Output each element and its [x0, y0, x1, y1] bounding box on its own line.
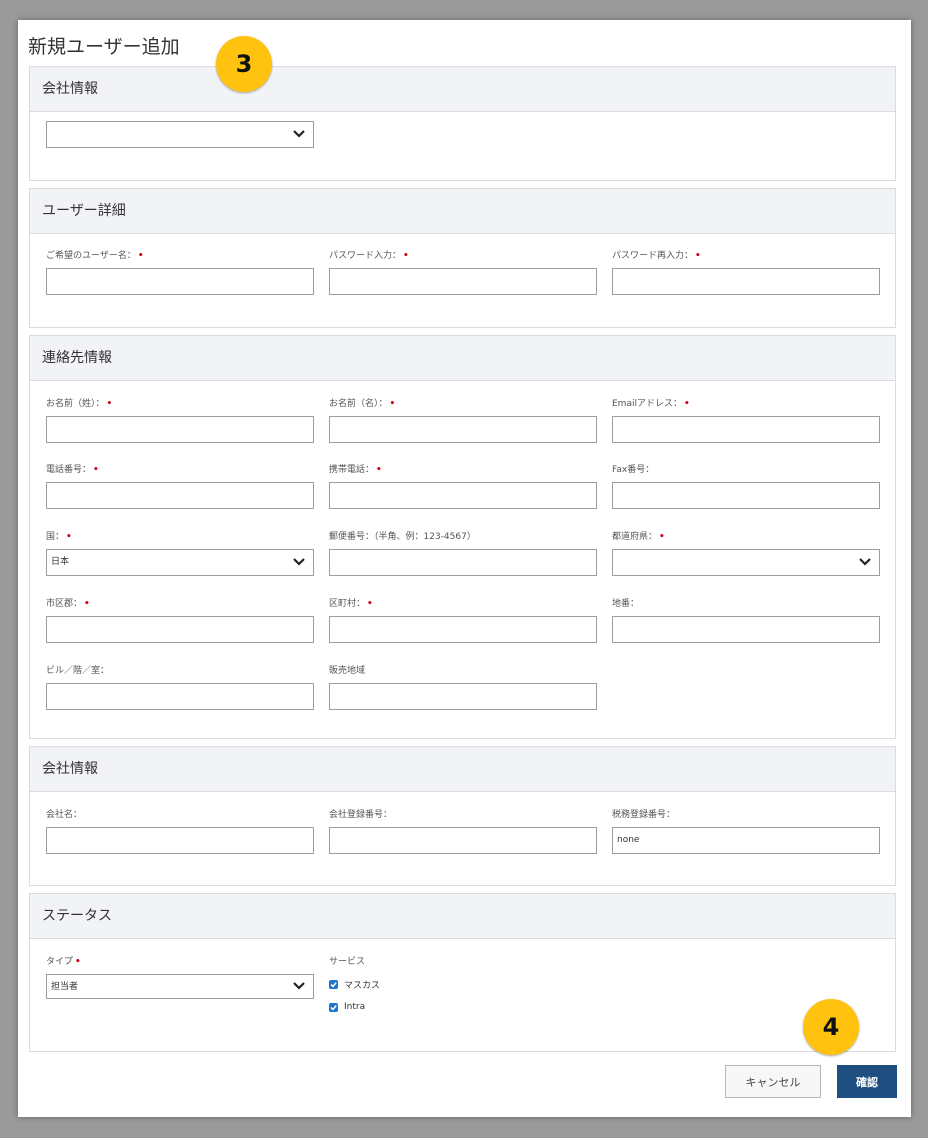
type-label: タイプ	[46, 957, 74, 967]
phone-input[interactable]	[46, 482, 314, 509]
confirm-button[interactable]: 確認	[837, 1065, 897, 1098]
last-name-input[interactable]	[46, 416, 314, 443]
tax-reg-value: none	[617, 835, 640, 845]
postal-label: 郵便番号：（半角、例：123-4567）	[329, 532, 476, 542]
password-label: パスワード入力：	[329, 251, 402, 261]
required-mark: •	[695, 251, 701, 261]
town-input[interactable]	[329, 616, 597, 643]
required-mark: •	[84, 599, 90, 609]
country-label: 国：	[46, 532, 65, 542]
password-input[interactable]	[329, 268, 597, 295]
required-mark: •	[683, 399, 690, 409]
password-confirm-input[interactable]	[612, 268, 880, 295]
required-mark: •	[66, 532, 72, 542]
cancel-button[interactable]: キャンセル	[725, 1065, 821, 1098]
form-window: 新規ユーザー追加 会社情報 ユーザー詳細 ご希望のユーザー名： • パスワード入力…	[18, 20, 911, 1117]
type-value: 担当者	[51, 982, 79, 992]
mobile-input[interactable]	[329, 482, 597, 509]
mobile-label: 携帯電話：	[329, 465, 375, 475]
service-label-text: マスカス	[344, 980, 381, 991]
checkbox-checked-icon[interactable]	[329, 979, 338, 989]
panel-header: 会社情報	[30, 747, 895, 792]
city-input[interactable]	[46, 616, 314, 643]
address-input[interactable]	[612, 616, 880, 643]
postal-input[interactable]	[329, 549, 597, 576]
password-confirm-label: パスワード再入力：	[612, 251, 694, 261]
checkbox-checked-icon[interactable]	[329, 1002, 338, 1012]
company-name-label: 会社名：	[46, 810, 83, 820]
email-label: Emailアドレス：	[612, 399, 682, 409]
company-name-input[interactable]	[46, 827, 314, 854]
address-label: 地番：	[612, 599, 640, 609]
fax-label: Fax番号：	[612, 465, 655, 475]
page-title: 新規ユーザー追加	[28, 36, 180, 58]
chevron-down-icon	[293, 558, 305, 566]
company-info-panel: 会社情報 会社名： 会社登録番号： 税務登録番号： none	[29, 746, 896, 886]
service-option[interactable]: マスカス	[329, 976, 380, 992]
tax-reg-input[interactable]: none	[612, 827, 880, 854]
username-label: ご希望のユーザー名：	[46, 251, 136, 261]
required-mark: •	[106, 399, 113, 409]
required-mark: •	[75, 957, 81, 967]
prefecture-label: 都道府県：	[612, 532, 658, 542]
last-name-label: お名前（姓）：	[46, 399, 105, 409]
sales-region-input[interactable]	[329, 683, 597, 710]
chevron-down-icon	[859, 558, 871, 566]
company-select-panel: 会社情報	[29, 66, 896, 181]
building-label: ビル／階／室：	[46, 666, 110, 676]
email-input[interactable]	[612, 416, 880, 443]
phone-label: 電話番号：	[46, 465, 92, 475]
username-input[interactable]	[46, 268, 314, 295]
tax-reg-label: 税務登録番号：	[612, 810, 676, 820]
chevron-down-icon	[293, 130, 305, 138]
type-select[interactable]: 担当者	[46, 974, 314, 999]
town-label: 区町村：	[329, 599, 366, 609]
contact-panel: 連絡先情報 お名前（姓）： • お名前（名）： • Emailアドレス： • 電話番号…	[29, 335, 896, 739]
panel-header: 会社情報	[30, 67, 895, 112]
country-select[interactable]: 日本	[46, 549, 314, 576]
required-mark: •	[367, 599, 373, 609]
required-mark: •	[137, 251, 144, 261]
required-mark: •	[376, 465, 382, 475]
user-detail-panel: ユーザー詳細 ご希望のユーザー名： • パスワード入力： • パスワード再入力： •	[29, 188, 896, 328]
required-mark: •	[403, 251, 409, 261]
fax-input[interactable]	[612, 482, 880, 509]
first-name-label: お名前（名）：	[329, 399, 388, 409]
required-mark: •	[389, 399, 396, 409]
prefecture-select[interactable]	[612, 549, 880, 576]
step-badge-3: 3	[216, 36, 272, 92]
status-panel: ステータス タイプ • 担当者 サービス マスカス Intra	[29, 893, 896, 1052]
panel-header: 連絡先情報	[30, 336, 895, 381]
panel-header: ユーザー詳細	[30, 189, 895, 234]
company-reg-input[interactable]	[329, 827, 597, 854]
first-name-input[interactable]	[329, 416, 597, 443]
country-value: 日本	[51, 557, 70, 567]
company-select[interactable]	[46, 121, 314, 148]
required-mark: •	[659, 532, 665, 542]
service-label-text: Intra	[344, 1002, 366, 1012]
panel-header: ステータス	[30, 894, 895, 939]
sales-region-label: 販売地域	[329, 666, 366, 676]
building-input[interactable]	[46, 683, 314, 710]
chevron-down-icon	[293, 982, 305, 990]
required-mark: •	[93, 465, 99, 475]
step-badge-4: 4	[803, 999, 859, 1055]
service-option[interactable]: Intra	[329, 999, 380, 1015]
company-reg-label: 会社登録番号：	[329, 810, 393, 820]
service-label: サービス	[329, 957, 366, 967]
city-label: 市区郡：	[46, 599, 83, 609]
